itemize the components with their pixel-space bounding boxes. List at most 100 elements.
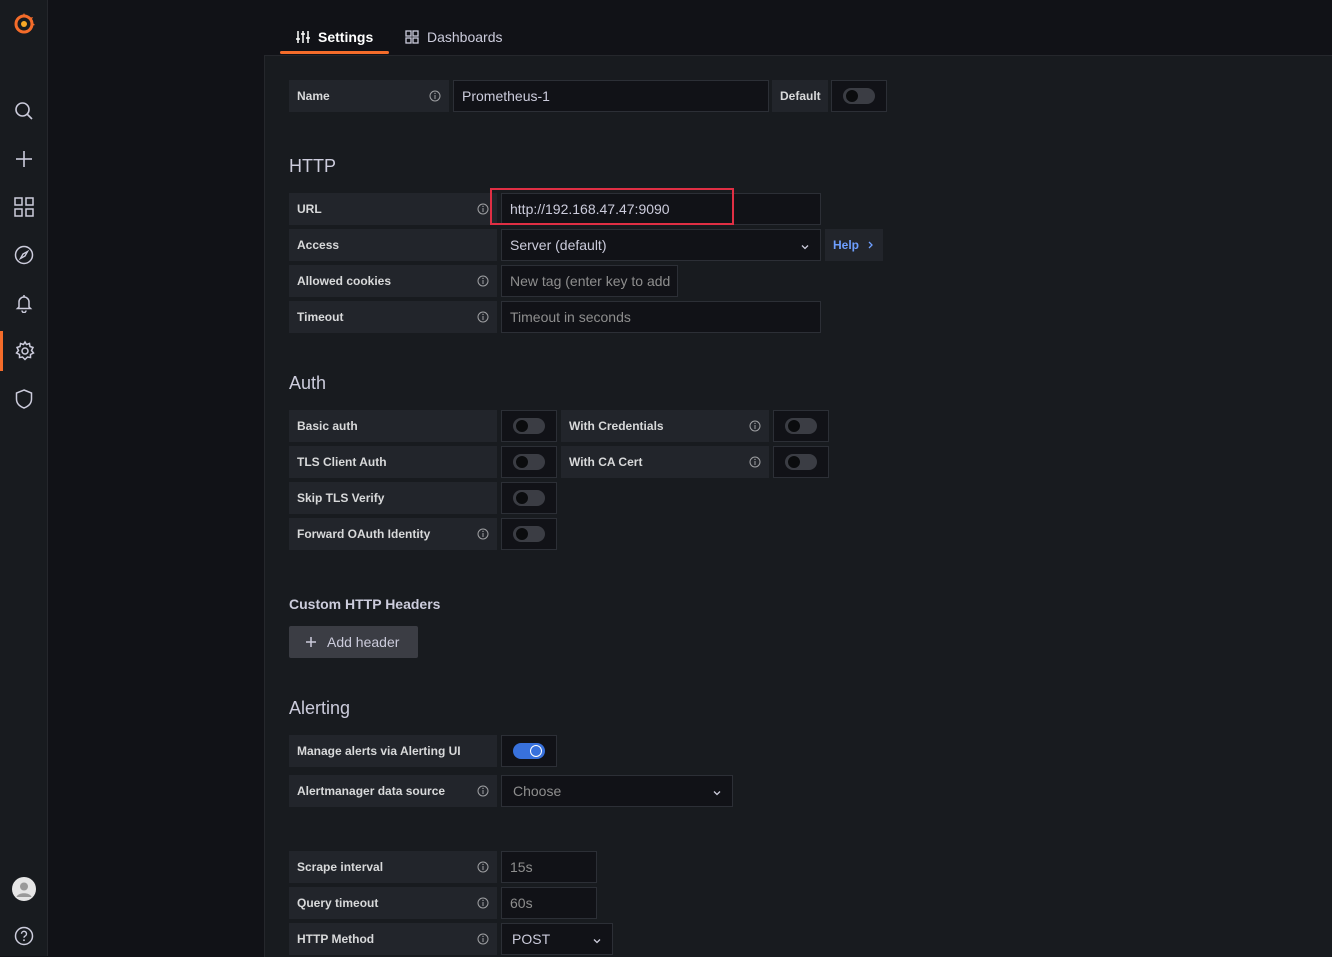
forward-oauth-toggle-box bbox=[501, 518, 557, 550]
plus-icon bbox=[306, 637, 316, 647]
alertmanager-placeholder: Choose bbox=[513, 783, 562, 799]
tls-client-toggle-box bbox=[501, 446, 557, 478]
alertmanager-select[interactable]: Choose bbox=[501, 775, 733, 807]
cookies-placeholder: New tag (enter key to add bbox=[510, 273, 671, 289]
info-icon[interactable] bbox=[477, 275, 489, 290]
compass-icon[interactable] bbox=[0, 235, 47, 275]
cookies-label-text: Allowed cookies bbox=[297, 274, 392, 288]
scrape-interval-label: Scrape interval bbox=[289, 851, 497, 883]
with-ca-cert-toggle[interactable] bbox=[785, 454, 817, 470]
help-icon[interactable] bbox=[0, 916, 47, 956]
skip-tls-toggle[interactable] bbox=[513, 490, 545, 506]
side-menu bbox=[0, 0, 48, 956]
chevron-right-icon bbox=[868, 241, 873, 249]
shield-icon[interactable] bbox=[0, 379, 47, 419]
tls-client-toggle[interactable] bbox=[513, 454, 545, 470]
query-timeout-label: Query timeout bbox=[289, 887, 497, 919]
info-icon[interactable] bbox=[477, 861, 489, 876]
query-timeout-input[interactable]: 60s bbox=[501, 887, 597, 919]
with-ca-cert-text: With CA Cert bbox=[569, 455, 643, 469]
apps-icon[interactable] bbox=[0, 187, 47, 227]
access-select-value: Server (default) bbox=[510, 237, 607, 253]
chevron-down-icon bbox=[592, 933, 602, 949]
info-icon[interactable] bbox=[477, 785, 489, 800]
access-select[interactable]: Server (default) bbox=[501, 229, 821, 261]
help-label: Help bbox=[833, 238, 860, 252]
access-label: Access bbox=[289, 229, 497, 261]
timeout-placeholder: Timeout in seconds bbox=[510, 309, 631, 325]
with-credentials-label: With Credentials bbox=[561, 410, 769, 442]
basic-auth-text: Basic auth bbox=[297, 419, 358, 433]
manage-alerts-label: Manage alerts via Alerting UI bbox=[289, 735, 497, 767]
http-method-text: HTTP Method bbox=[297, 932, 375, 946]
gear-icon[interactable] bbox=[0, 331, 47, 371]
name-label-text: Name bbox=[297, 89, 330, 103]
forward-oauth-label: Forward OAuth Identity bbox=[289, 518, 497, 550]
http-section-title: HTTP bbox=[289, 156, 336, 176]
forward-oauth-toggle[interactable] bbox=[513, 526, 545, 542]
forward-oauth-text: Forward OAuth Identity bbox=[297, 527, 431, 541]
http-method-label: HTTP Method bbox=[289, 923, 497, 955]
custom-headers-title: Custom HTTP Headers bbox=[289, 596, 441, 612]
tls-client-auth-label: TLS Client Auth bbox=[289, 446, 497, 478]
scrape-interval-input[interactable]: 15s bbox=[501, 851, 597, 883]
tab-settings-label: Settings bbox=[318, 29, 374, 45]
access-label-text: Access bbox=[297, 238, 340, 252]
apps-icon bbox=[405, 30, 419, 44]
manage-alerts-text: Manage alerts via Alerting UI bbox=[297, 744, 461, 758]
chevron-down-icon bbox=[800, 239, 810, 255]
add-header-button[interactable]: Add header bbox=[289, 626, 418, 658]
basic-auth-toggle-box bbox=[501, 410, 557, 442]
tab-settings[interactable]: Settings bbox=[296, 20, 373, 54]
timeout-label-text: Timeout bbox=[297, 310, 344, 324]
search-icon[interactable] bbox=[0, 91, 47, 131]
tab-dashboards[interactable]: Dashboards bbox=[405, 20, 503, 54]
timeout-input[interactable]: Timeout in seconds bbox=[501, 301, 821, 333]
scrape-interval-text: Scrape interval bbox=[297, 860, 384, 874]
access-help-button[interactable]: Help bbox=[825, 229, 884, 261]
name-label: Name bbox=[289, 80, 449, 112]
with-ca-cert-label: With CA Cert bbox=[561, 446, 769, 478]
tls-client-auth-text: TLS Client Auth bbox=[297, 455, 387, 469]
url-label: URL bbox=[289, 193, 497, 225]
url-input[interactable]: http://192.168.47.47:9090 bbox=[501, 193, 821, 225]
cookies-label: Allowed cookies bbox=[289, 265, 497, 297]
default-toggle[interactable] bbox=[843, 88, 875, 104]
info-icon[interactable] bbox=[429, 90, 441, 105]
basic-auth-label: Basic auth bbox=[289, 410, 497, 442]
skip-tls-text: Skip TLS Verify bbox=[297, 491, 385, 505]
info-icon[interactable] bbox=[749, 456, 761, 471]
info-icon[interactable] bbox=[477, 897, 489, 912]
info-icon[interactable] bbox=[477, 311, 489, 326]
with-credentials-toggle[interactable] bbox=[785, 418, 817, 434]
bell-icon[interactable] bbox=[0, 283, 47, 323]
timeout-label: Timeout bbox=[289, 301, 497, 333]
alertmanager-label: Alertmanager data source bbox=[289, 775, 497, 807]
alertmanager-label-text: Alertmanager data source bbox=[297, 784, 446, 798]
add-header-label: Add header bbox=[327, 634, 400, 650]
basic-auth-toggle[interactable] bbox=[513, 418, 545, 434]
tab-dashboards-label: Dashboards bbox=[427, 29, 503, 45]
info-icon[interactable] bbox=[477, 933, 489, 948]
http-method-select[interactable]: POST bbox=[501, 923, 613, 955]
chevron-down-icon bbox=[712, 785, 722, 801]
with-credentials-toggle-box bbox=[773, 410, 829, 442]
info-icon[interactable] bbox=[477, 528, 489, 543]
default-toggle-box bbox=[831, 80, 887, 112]
skip-tls-label: Skip TLS Verify bbox=[289, 482, 497, 514]
avatar[interactable] bbox=[0, 869, 47, 909]
with-ca-cert-toggle-box bbox=[773, 446, 829, 478]
plus-icon[interactable] bbox=[0, 139, 47, 179]
default-label-text: Default bbox=[780, 89, 821, 103]
name-input[interactable]: Prometheus-1 bbox=[453, 80, 769, 112]
cookies-input[interactable]: New tag (enter key to add bbox=[501, 265, 678, 297]
grafana-logo[interactable] bbox=[0, 4, 47, 44]
info-icon[interactable] bbox=[749, 420, 761, 435]
name-input-value: Prometheus-1 bbox=[462, 88, 550, 104]
url-input-value: http://192.168.47.47:9090 bbox=[510, 201, 670, 217]
alerting-section-title: Alerting bbox=[289, 698, 351, 718]
info-icon[interactable] bbox=[477, 203, 489, 218]
active-tab-indicator bbox=[280, 51, 389, 54]
url-label-text: URL bbox=[297, 202, 322, 216]
manage-alerts-toggle[interactable] bbox=[513, 743, 545, 759]
